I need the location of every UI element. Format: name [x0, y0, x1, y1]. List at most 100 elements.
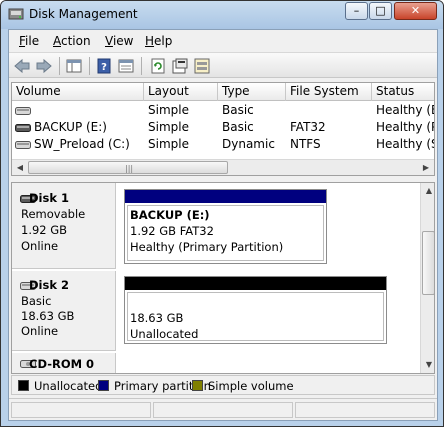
disk-row[interactable]: CD-ROM 0 — [12, 353, 420, 373]
disk-size: 1.92 GB — [21, 223, 68, 237]
disk-size: 18.63 GB — [21, 309, 75, 323]
partition-status: Healthy (Primary Partition) — [130, 240, 284, 254]
partition-status: Unallocated — [130, 327, 199, 341]
scroll-left-icon[interactable]: ◀ — [12, 160, 28, 175]
menu-file[interactable]: File — [19, 34, 39, 48]
partition-color-bar — [125, 190, 326, 203]
client-area: File Action View Help ? Volume Layout Ty… — [8, 29, 438, 421]
forward-arrow-icon[interactable] — [35, 57, 53, 75]
window-title: Disk Management — [29, 7, 138, 21]
disk-name: Disk 2 — [29, 278, 69, 292]
volume-layout: Simple — [148, 137, 189, 151]
maximize-button[interactable]: □ — [369, 2, 392, 20]
volume-type: Basic — [222, 120, 254, 134]
disk-info-panel[interactable]: Disk 1 Removable 1.92 GB Online — [12, 183, 116, 269]
menu-view[interactable]: View — [105, 34, 133, 48]
menu-help-label: elp — [154, 34, 173, 48]
volume-type: Dynamic — [222, 137, 275, 151]
disk-graphical-view: Disk 1 Removable 1.92 GB Online BACKUP (… — [11, 182, 435, 374]
menu-view-label: iew — [112, 34, 134, 48]
menu-help[interactable]: Help — [145, 34, 172, 48]
horizontal-scroll-thumb[interactable]: ||| — [28, 161, 228, 174]
disk-state: Online — [21, 324, 59, 338]
menu-view-accel: V — [105, 34, 113, 48]
minimize-button[interactable]: – — [345, 2, 368, 20]
close-button[interactable]: ✕ — [394, 2, 437, 20]
volume-layout: Simple — [148, 103, 189, 117]
scroll-up-icon[interactable]: ▲ — [421, 183, 434, 199]
volume-list-horizontal-scrollbar[interactable]: ◀ ||| ▶ — [12, 159, 434, 175]
toolbar: ? — [9, 52, 437, 78]
status-bar — [9, 398, 437, 420]
partition-detail: 18.63 GB — [130, 311, 184, 325]
column-header-status[interactable]: Status — [372, 83, 434, 101]
close-icon: ✕ — [410, 4, 421, 17]
volume-status: Healthy (P... — [376, 120, 434, 134]
volume-status: Healthy (E... — [376, 103, 434, 117]
column-header-type[interactable]: Type — [218, 83, 286, 101]
disk-row[interactable]: Disk 1 Removable 1.92 GB Online BACKUP (… — [12, 183, 420, 269]
help-icon[interactable]: ? — [95, 57, 113, 75]
partition-block[interactable]: 18.63 GB Unallocated — [124, 276, 387, 344]
toolbar-separator — [89, 57, 90, 75]
disk-name: Disk 1 — [29, 191, 69, 205]
legend-swatch — [192, 380, 203, 391]
status-pane — [295, 402, 435, 418]
status-pane — [11, 402, 151, 418]
export-list-icon[interactable] — [117, 57, 135, 75]
show-hide-tree-icon[interactable] — [65, 57, 83, 75]
minimize-icon: – — [353, 4, 360, 17]
properties-icon[interactable] — [171, 57, 189, 75]
partition-label: BACKUP (E:) — [130, 208, 210, 222]
menu-action-label: ction — [61, 34, 91, 48]
status-pane — [153, 402, 293, 418]
volume-file-system: FAT32 — [290, 120, 326, 134]
table-row[interactable]: BACKUP (E:) Simple Basic FAT32 Healthy (… — [12, 119, 434, 136]
legend-bar: Unallocated Primary partition Simple vol… — [11, 375, 435, 395]
svg-text:?: ? — [101, 62, 107, 73]
disk-kind: Removable — [21, 207, 86, 221]
legend-swatch — [18, 380, 29, 391]
menu-action-accel: A — [53, 34, 61, 48]
menu-file-label: ile — [25, 34, 40, 48]
maximize-icon: □ — [375, 4, 386, 17]
legend-swatch — [98, 380, 109, 391]
volume-name: SW_Preload (C:) — [34, 137, 130, 151]
drive-icon — [15, 107, 31, 115]
legend-label: Simple volume — [208, 379, 294, 393]
disk-management-app-icon — [8, 8, 24, 20]
partition-detail: 1.92 GB FAT32 — [130, 224, 214, 238]
title-bar[interactable]: Disk Management – □ ✕ — [1, 1, 443, 29]
removable-drive-icon — [15, 124, 31, 132]
partition-color-bar — [125, 277, 386, 290]
menu-help-accel: H — [145, 34, 155, 48]
disk-info-panel[interactable]: Disk 2 Basic 18.63 GB Online — [12, 271, 116, 351]
graphical-view-vertical-scrollbar[interactable]: ▲ ▼ — [420, 183, 434, 373]
drive-icon — [15, 141, 31, 149]
table-row[interactable]: SW_Preload (C:) Simple Dynamic NTFS Heal… — [12, 136, 434, 153]
volume-name: BACKUP (E:) — [34, 120, 107, 134]
table-row[interactable]: Simple Basic Healthy (E... — [12, 102, 434, 119]
volume-name — [34, 102, 142, 119]
column-header-file-system[interactable]: File System — [286, 83, 372, 101]
refresh-icon[interactable] — [149, 57, 167, 75]
column-header-layout[interactable]: Layout — [144, 83, 218, 101]
volume-file-system — [290, 102, 372, 119]
volume-status: Healthy (S... — [376, 137, 434, 151]
menu-bar: File Action View Help — [9, 30, 437, 52]
disk-info-panel[interactable]: CD-ROM 0 — [12, 353, 116, 373]
legend-label: Unallocated — [34, 379, 103, 393]
partition-block[interactable]: BACKUP (E:) 1.92 GB FAT32 Healthy (Prima… — [124, 189, 327, 264]
disk-state: Online — [21, 239, 59, 253]
column-header-volume[interactable]: Volume — [12, 83, 144, 101]
back-arrow-icon[interactable] — [13, 57, 31, 75]
scroll-right-icon[interactable]: ▶ — [418, 160, 434, 175]
vertical-scroll-thumb[interactable] — [422, 231, 434, 295]
rescan-disks-icon[interactable] — [193, 57, 211, 75]
volume-file-system: NTFS — [290, 137, 321, 151]
menu-action[interactable]: Action — [53, 34, 91, 48]
volume-list: Volume Layout Type File System Status Si… — [11, 82, 435, 176]
scroll-down-icon[interactable]: ▼ — [421, 357, 434, 373]
disk-row[interactable]: Disk 2 Basic 18.63 GB Online 18.63 GB Un… — [12, 271, 420, 351]
toolbar-separator — [141, 57, 142, 75]
